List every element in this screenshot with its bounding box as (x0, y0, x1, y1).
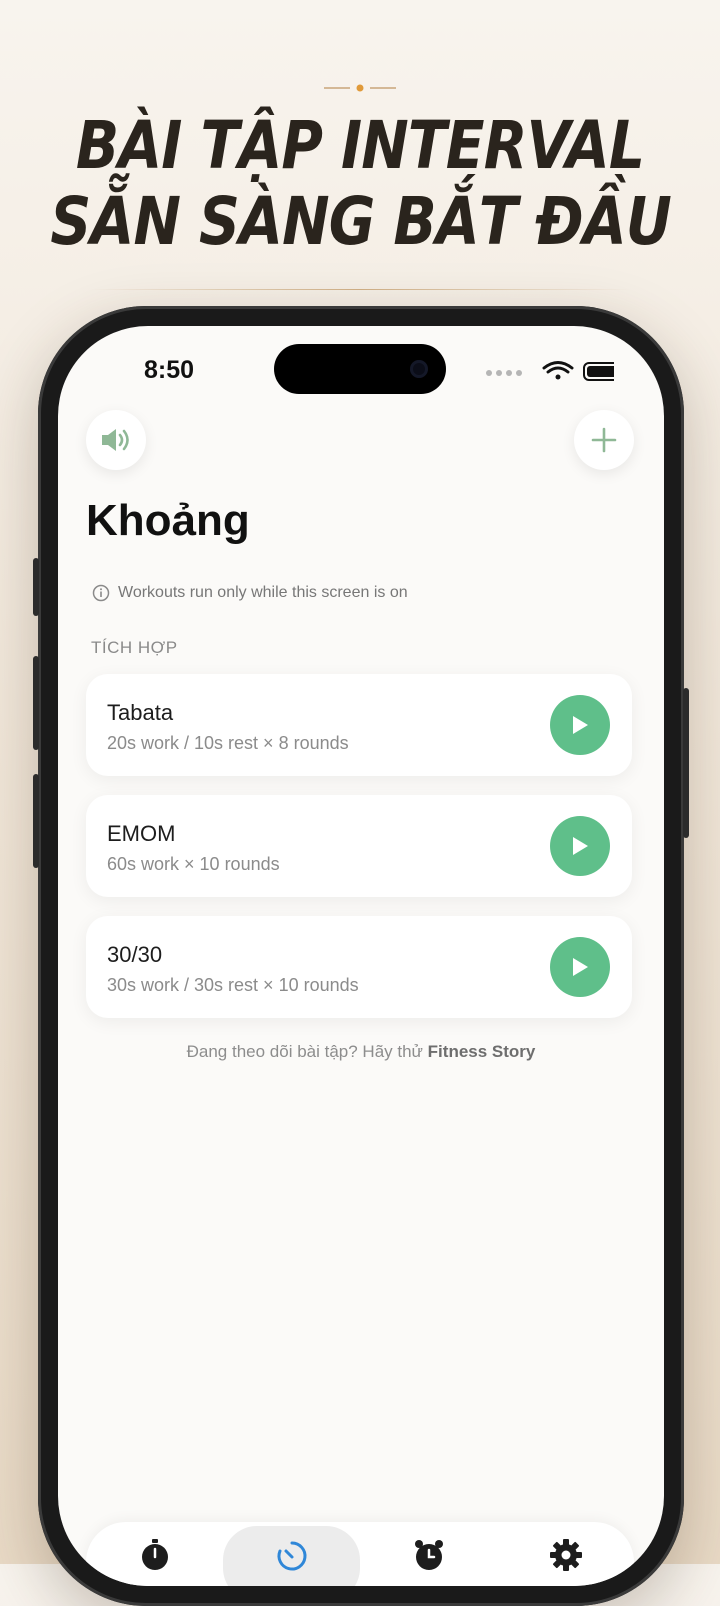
tab-bar (86, 1522, 634, 1586)
wifi-icon (542, 361, 574, 380)
preset-card-30-30[interactable]: 30/30 30s work / 30s rest × 10 rounds (86, 916, 632, 1018)
play-icon (573, 958, 588, 976)
play-button[interactable] (550, 937, 610, 997)
sound-toggle-button[interactable] (86, 410, 146, 470)
fitness-story-link[interactable]: Fitness Story (428, 1042, 536, 1061)
plus-icon (591, 427, 617, 453)
play-button[interactable] (550, 695, 610, 755)
phone-frame: 8:50 Khoảng Workouts run only while this… (33, 306, 689, 1606)
status-time: 8:50 (144, 356, 195, 384)
preset-name: 30/30 (107, 942, 163, 967)
promo-text: Đang theo dõi bài tập? Hãy thử (186, 1042, 428, 1061)
fitness-story-promo: Đang theo dõi bài tập? Hãy thử Fitness S… (58, 1042, 664, 1062)
preset-card-tabata[interactable]: Tabata 20s work / 10s rest × 8 rounds (86, 674, 632, 776)
cellular-dots-icon (486, 370, 522, 376)
speaker-icon (102, 429, 129, 451)
play-icon (573, 837, 588, 855)
preset-description: 60s work × 10 rounds (107, 854, 280, 874)
mute-switch (33, 558, 39, 616)
preset-name: EMOM (107, 821, 176, 846)
status-icons (486, 361, 614, 381)
camera-icon (410, 360, 428, 378)
preset-description: 20s work / 10s rest × 8 rounds (107, 733, 349, 753)
tab-stopwatch[interactable] (86, 1522, 223, 1586)
screen-on-notice: Workouts run only while this screen is o… (92, 584, 408, 602)
power-button (683, 688, 689, 838)
tab-settings[interactable] (497, 1522, 634, 1586)
app-screen: 8:50 Khoảng Workouts run only while this… (58, 326, 664, 1586)
stopwatch-icon (141, 1539, 168, 1570)
info-icon (92, 584, 110, 602)
section-label: TÍCH HỢP (91, 638, 178, 657)
decorative-ornament (324, 84, 396, 92)
divider (90, 289, 630, 290)
tab-interval[interactable] (223, 1522, 360, 1586)
page-title: Khoảng (86, 496, 250, 545)
volume-down-button (33, 774, 39, 868)
dynamic-island (274, 344, 446, 394)
alarm-clock-icon (414, 1540, 443, 1570)
notice-text: Workouts run only while this screen is o… (118, 584, 408, 601)
headline-line-2: SẴN SÀNG BẮT ĐẦU (50, 183, 672, 260)
play-button[interactable] (550, 816, 610, 876)
promo-headline: BÀI TẬP INTERVAL SẴN SÀNG BẮT ĐẦU (50, 107, 672, 260)
play-icon (573, 716, 588, 734)
headline-line-1: BÀI TẬP INTERVAL (75, 107, 645, 184)
add-workout-button[interactable] (574, 410, 634, 470)
volume-up-button (33, 656, 39, 750)
tab-alarm[interactable] (360, 1522, 497, 1586)
interval-timer-icon (277, 1541, 306, 1571)
preset-card-emom[interactable]: EMOM 60s work × 10 rounds (86, 795, 632, 897)
gear-icon (549, 1539, 582, 1571)
preset-description: 30s work / 30s rest × 10 rounds (107, 975, 359, 995)
battery-icon (583, 362, 614, 381)
preset-name: Tabata (107, 700, 174, 725)
